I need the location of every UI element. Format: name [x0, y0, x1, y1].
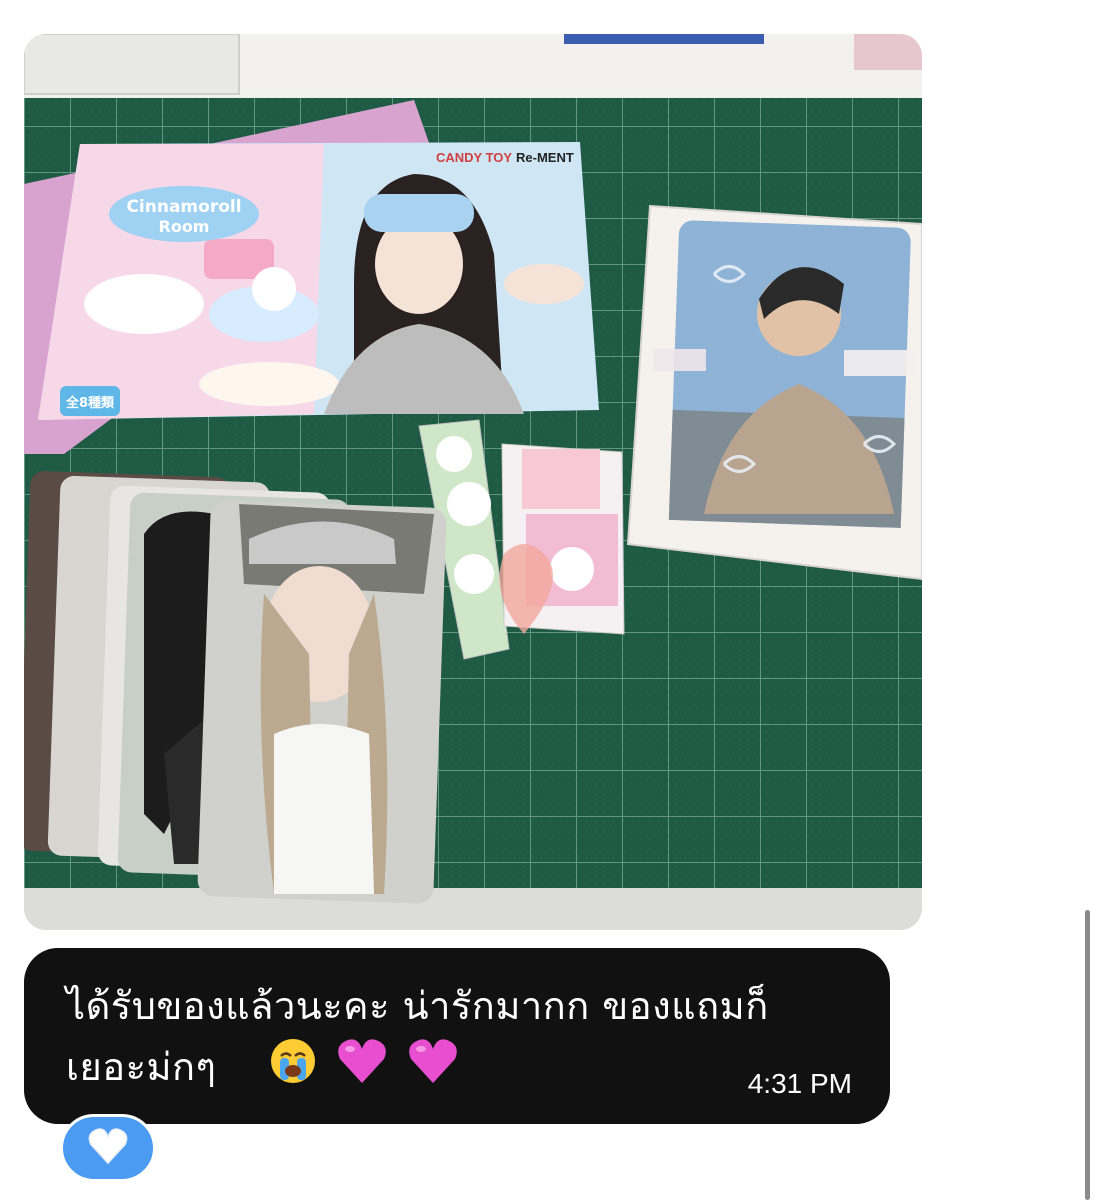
white-heart-icon	[87, 1127, 129, 1170]
scroll-indicator[interactable]	[1085, 910, 1090, 1200]
message-timestamp: 4:31 PM	[747, 1068, 852, 1099]
brand-label: CANDY TOY	[436, 150, 512, 165]
cinnamoroll-postcard: Cinnamoroll Room CANDY TOY Re-MENT 全8種類	[38, 142, 599, 420]
photocard-stack	[24, 471, 447, 904]
message-bubble[interactable]: ได้รับของแล้วนะคะ น่ารักมากก ของแถมก็ เย…	[24, 948, 890, 1124]
badge-label: 全8種類	[65, 395, 115, 411]
product-subtitle: Room	[159, 217, 210, 236]
chat-screen: Cinnamoroll Room CANDY TOY Re-MENT 全8種類	[0, 0, 1099, 1200]
purple-heart-icon	[336, 1037, 388, 1102]
reaction-badge[interactable]	[60, 1114, 156, 1182]
photo-attachment[interactable]: Cinnamoroll Room CANDY TOY Re-MENT 全8種類	[24, 34, 922, 930]
product-title: Cinnamoroll	[126, 197, 241, 217]
message-text-line-1: ได้รับของแล้วนะคะ น่ารักมากก ของแถมก็	[66, 984, 769, 1028]
loudly-crying-face-icon	[268, 1036, 318, 1103]
framed-photocard	[626, 204, 922, 581]
message-text-line-2: เยอะม่กๆ	[66, 1036, 866, 1103]
brand-label-2: Re-MENT	[516, 150, 574, 165]
purple-heart-icon	[407, 1037, 459, 1102]
message-text-line-2-text: เยอะม่กๆ	[66, 1045, 217, 1089]
